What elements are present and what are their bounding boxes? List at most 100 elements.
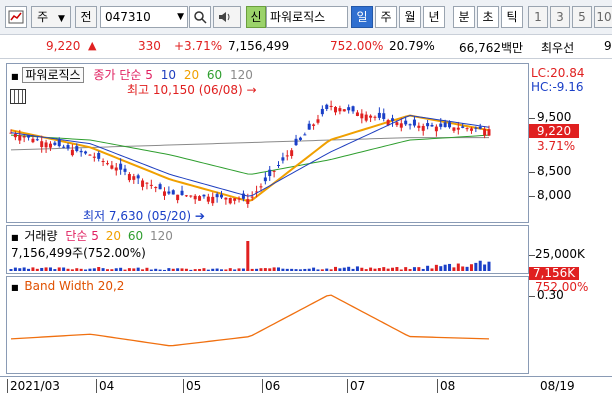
volume-bar [176,268,180,271]
search-icon[interactable] [189,6,211,28]
volume-bar [395,267,399,271]
candle-body [342,109,346,112]
volume-bar [338,268,342,271]
candle-body [474,127,478,129]
candle-body [439,123,443,127]
candle-body [456,127,460,130]
period-tab[interactable]: 틱 [501,6,523,28]
volume-bar [233,269,237,271]
volume-bar [417,267,421,271]
market-select-value: 주 [37,10,49,24]
candle-body [373,116,377,118]
candle-body [70,149,74,156]
chevron-down-icon[interactable]: ▼ [177,7,184,27]
volume-bar [162,269,166,271]
period-tab[interactable]: 주 [375,6,397,28]
candle-body [224,197,228,200]
axis-tick [529,196,535,197]
volume-bar [465,266,469,271]
volume-bar [219,269,223,271]
candle-body [154,187,158,189]
volume-bar [268,268,272,271]
market-select[interactable]: 주 ▼ [31,6,71,28]
volume-panel[interactable]: ■ 거래량 단순 5 20 60 120 7,156,499주(752.00%) [6,225,529,274]
current-price: 9,220 [46,39,81,53]
multiplier-tab[interactable]: 1 [528,6,548,28]
multiplier-tab[interactable]: 5 [572,6,592,28]
volume-bar [285,268,289,271]
volume-bar [101,268,105,271]
volume-bar [158,269,162,271]
hc-label: HC:-9.16 [531,80,584,94]
trade-amount: 66,762백만 [459,41,524,55]
volume-legend: ■ 거래량 단순 5 20 60 120 [11,227,173,244]
x-label-04: 04 [96,379,114,393]
multiplier-tab[interactable]: 3 [550,6,570,28]
trade-volume: 7,156,499 [228,39,290,53]
stock-code-input[interactable]: 047310 ▼ [100,6,188,28]
x-label-2021-03: 2021/03 [7,379,60,393]
bandwidth-panel[interactable]: ■ Band Width 20,2 [6,276,529,374]
volume-bar [206,269,210,271]
price-panel[interactable]: ■ 파워로직스 종가 단순 5 10 20 60 120 최고 10,150 (… [6,63,529,223]
volume-bar [171,268,175,271]
volume-bar [22,267,26,271]
candle-body [13,133,17,138]
candle-body [316,119,320,123]
candle-body [127,174,131,181]
grid-toggle-icon[interactable] [10,89,26,104]
candle-body [202,194,206,197]
current-pct-badge: 3.71% [537,139,576,153]
candle-body [263,177,267,182]
volume-bar [342,267,346,271]
low-note: 최저 7,630 (05/20) [83,209,192,223]
square-icon: ■ [11,283,19,292]
volume-bar [145,267,149,271]
volume-ma-title: 단순 [65,229,88,243]
candle-body [312,124,316,126]
period-tab[interactable]: 일 [351,6,373,28]
ma-title: 종가 단순 [93,68,142,82]
period-tab[interactable]: 월 [399,6,421,28]
stock-label: 파워로직스 [22,67,84,83]
volume-bar [316,269,320,271]
volume-bar [27,268,31,271]
volume-ratio: 752.00% [330,39,384,53]
square-icon: ■ [11,233,19,242]
candle-body [259,186,263,188]
volume-bar [237,268,241,271]
candle-body [395,122,399,126]
priority-label: 최우선 [541,41,575,55]
stock-name-field[interactable]: 파워로직스 [266,6,348,28]
volume-bar [48,267,52,271]
volume-bar [434,264,438,271]
candle-body [92,156,96,158]
x-label-08: 08 [437,379,455,393]
speaker-icon[interactable] [213,6,241,28]
candle-body [219,194,223,198]
period-tab[interactable]: 초 [477,6,499,28]
candle-body [408,124,412,126]
multiplier-tab[interactable]: 10 [594,6,612,28]
prev-button[interactable]: 전 [75,6,97,28]
candle-body [465,128,469,130]
chart-menu-icon[interactable] [5,6,27,28]
period-tab[interactable]: 분 [453,6,475,28]
volume-bar [277,267,281,271]
period-tab[interactable]: 년 [423,6,445,28]
arrow-right-icon: ➔ [194,209,205,223]
ma-line [10,115,490,197]
candle-body [75,146,79,151]
candle-body [176,194,180,201]
candle-body [443,122,447,128]
volume-bar [426,265,430,271]
volume-bar [31,267,35,271]
vol-ma-60-label: 60 [127,229,144,243]
stock-code-value: 047310 [105,10,151,24]
volume-bar [443,264,447,271]
candle-body [325,104,329,110]
candle-body [27,135,31,138]
new-button[interactable]: 신 [246,6,266,28]
axis-tick [529,296,535,297]
candle-body [88,154,92,156]
